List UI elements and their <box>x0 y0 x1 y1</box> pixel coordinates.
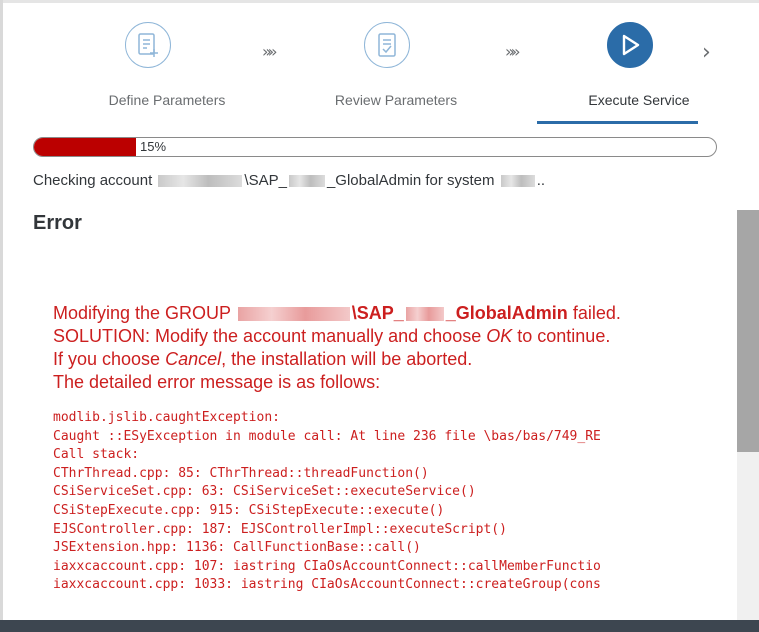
error-line3-prefix: If you choose <box>53 349 161 369</box>
error-line-4: The detailed error message is as follows… <box>53 372 381 392</box>
error-line1-suffix: failed. <box>572 303 621 323</box>
step-label-review-parameters: Review Parameters <box>334 92 458 108</box>
status-suffix: .. <box>536 172 546 189</box>
error-line3-suffix: , the installation will be aborted. <box>221 349 473 369</box>
progress-label: 15% <box>140 139 167 154</box>
error-group-tail: _GlobalAdmin <box>445 303 568 323</box>
step-separator-1: »» <box>262 42 277 61</box>
trace-line: CThrThread.cpp: 85: CThrThread::threadFu… <box>53 465 429 481</box>
progress-fill <box>34 138 137 156</box>
trace-line: Caught ::ESyException in module call: At… <box>53 428 601 444</box>
trace-line: CSiStepExecute.cpp: 915: CSiStepExecute:… <box>53 502 445 518</box>
error-cancel-emphasis: Cancel <box>165 349 222 369</box>
error-line-3: If you choose Cancel, the installation w… <box>53 348 733 371</box>
footer-bar <box>0 620 759 632</box>
error-line2-suffix: to continue. <box>517 326 611 346</box>
error-line1-prefix: Modifying the GROUP <box>53 303 231 323</box>
error-ok-emphasis: OK <box>486 326 513 346</box>
status-account-mid: \SAP_ <box>244 172 287 189</box>
wizard-steps: Define Parameters »» Review Parameters »… <box>0 0 759 126</box>
step-label-define-parameters: Define Parameters <box>108 92 226 108</box>
trace-line: iaxxcaccount.cpp: 107: iastring CIaOsAcc… <box>53 558 601 574</box>
redacted-system <box>500 175 535 188</box>
trace-line: EJSController.cpp: 187: EJSControllerImp… <box>53 521 507 537</box>
error-heading: Error <box>33 212 82 234</box>
error-line-1: Modifying the GROUP \SAP_ _GlobalAdmin fa… <box>53 302 733 325</box>
redacted-group-domain <box>237 307 350 322</box>
step-label-execute-service: Execute Service <box>588 92 690 108</box>
error-group-name: \SAP_ <box>351 303 404 323</box>
status-text: Checking account \SAP_ _GlobalAdmin for s… <box>33 172 545 189</box>
scrollbar-thumb[interactable] <box>737 210 759 452</box>
step-separator-2: »» <box>505 42 520 61</box>
review-parameters-icon <box>364 22 410 68</box>
define-parameters-icon <box>125 22 171 68</box>
trace-line: JSExtension.hpp: 1136: CallFunctionBase:… <box>53 540 421 556</box>
play-icon <box>607 22 653 68</box>
trace-line: modlib.jslib.caughtException: <box>53 410 280 425</box>
active-step-indicator <box>537 121 698 124</box>
redacted-domain <box>158 175 243 188</box>
trace-line: CSiServiceSet.cpp: 63: CSiServiceSet::ex… <box>53 484 476 500</box>
status-account-tail: _GlobalAdmin for system <box>326 172 495 189</box>
error-stack-trace: modlib.jslib.caughtException: Caught ::E… <box>53 409 735 592</box>
execute-service-dialog: Define Parameters »» Review Parameters »… <box>0 0 759 632</box>
redacted-group-sid <box>405 307 444 322</box>
status-prefix: Checking account <box>33 172 153 189</box>
redacted-sid <box>288 175 325 188</box>
error-line2-prefix: SOLUTION: Modify the account manually an… <box>53 326 482 346</box>
chevron-right-icon[interactable]: › <box>702 40 711 65</box>
trace-line: iaxxcaccount.cpp: 1033: iastring CIaOsAc… <box>53 577 601 592</box>
error-message: Modifying the GROUP \SAP_ _GlobalAdmin fa… <box>53 302 733 394</box>
error-line-2: SOLUTION: Modify the account manually an… <box>53 325 733 348</box>
progress-bar: 15% <box>33 137 717 157</box>
trace-line: Call stack: <box>53 447 140 463</box>
